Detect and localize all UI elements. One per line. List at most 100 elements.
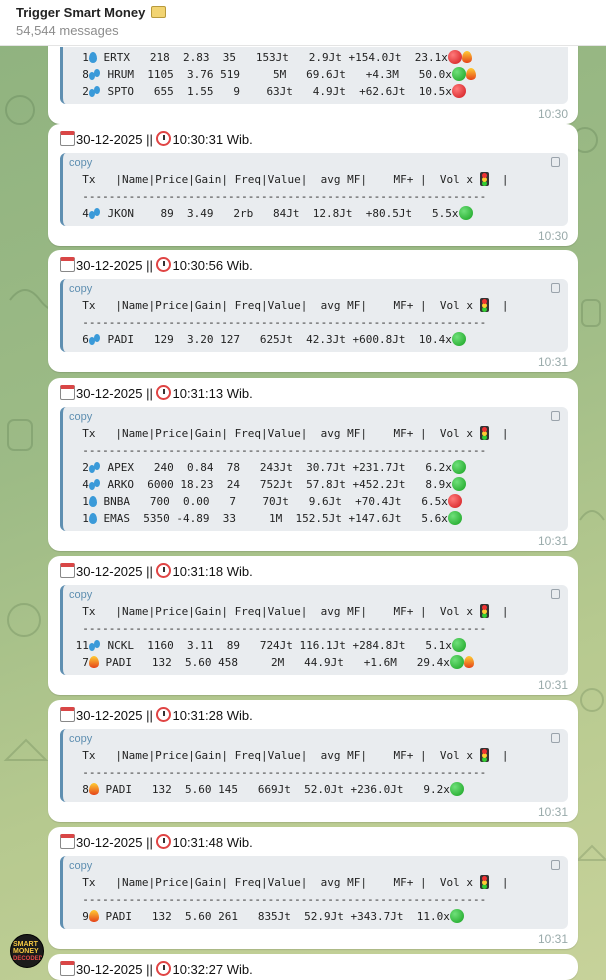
row-values: APEX 240 0.84 78 243Jt 30.7Jt +231.7Jt 6… [100,461,452,474]
code-block[interactable]: 1 ERTX 218 2.83 35 153Jt 2.9Jt +154.0Jt … [60,47,568,104]
red-circle-icon [451,84,466,98]
message-clock-time: 10:31:28 Wib. [172,708,253,723]
water-drops-icon [88,462,101,473]
message-feed[interactable]: 1 ERTX 218 2.83 35 153Jt 2.9Jt +154.0Jt … [0,0,606,980]
green-circle-icon [458,206,473,220]
calendar-icon [60,834,75,849]
message-bubble[interactable]: 30-12-2025 || 10:30:56 Wib. copy Tx |Name… [48,250,578,372]
calendar-icon [60,257,75,272]
message-time: 10:30 [537,229,568,243]
row-count: 6 [82,333,89,346]
alarm-clock-icon [156,834,172,849]
water-drops-icon [88,334,101,345]
row-values: BNBA 700 0.00 7 70Jt 9.6Jt +70.4Jt 6.5x [96,495,448,508]
message-bubble[interactable]: 1 ERTX 218 2.83 35 153Jt 2.9Jt +154.0Jt … [48,44,578,124]
dollar-banknote-icon [150,6,166,18]
message-date: 30-12-2025 [76,708,143,723]
row-values: EMAS 5350 -4.89 33 1M 152.5Jt +147.6Jt 5… [96,512,448,525]
date-separator: || [142,962,157,977]
date-separator: || [142,132,157,147]
table-row: 6 PADI 129 3.20 127 625Jt 42.3Jt +600.8J… [69,331,560,348]
table-header-text: Tx |Name|Price|Gain| Freq|Value| avg MF|… [69,876,473,889]
table-row: 8 PADI 132 5.60 145 669Jt 52.0Jt +236.0J… [69,781,560,798]
message-time: 10:31 [537,932,568,946]
copy-icon[interactable] [551,860,560,870]
copy-icon[interactable] [551,157,560,167]
table-row: 11 NCKL 1160 3.11 89 724Jt 116.1Jt +284.… [69,637,560,654]
message-time: 10:31 [537,534,568,548]
traffic-light-icon [479,875,489,889]
table-header: Tx |Name|Price|Gain| Freq|Value| avg MF|… [69,172,509,186]
copy-icon[interactable] [551,283,560,293]
code-language-label: copy [69,733,93,745]
code-block[interactable]: copy Tx |Name|Price|Gain| Freq|Value| av… [60,585,568,675]
row-values: PADI 132 5.60 458 2M 44.9Jt +1.6M 29.4x [98,656,450,669]
calendar-icon [60,131,75,146]
message-bubble[interactable]: 30-12-2025 || 10:31:28 Wib. copy Tx |Name… [48,700,578,822]
code-block[interactable]: copy Tx |Name|Price|Gain| Freq|Value| av… [60,153,568,226]
message-timestamp-line: 30-12-2025 || 10:31:13 Wib. [60,384,568,404]
table-row: 8 HRUM 1105 3.76 519 5M 69.6Jt +4.3M 50.… [69,66,560,83]
water-drops-icon [88,208,101,219]
alarm-clock-icon [156,131,172,146]
table-row: 1 EMAS 5350 -4.89 33 1M 152.5Jt +147.6Jt… [69,510,560,527]
copy-icon[interactable] [551,733,560,743]
message-bubble[interactable]: 30-12-2025 || 10:32:27 Wib. [48,954,578,980]
water-drop-icon [88,496,97,507]
water-drops-icon [88,640,101,651]
copy-icon[interactable] [551,589,560,599]
channel-avatar[interactable]: SMART MONEY DECODED [10,934,44,968]
message-bubble[interactable]: 30-12-2025 || 10:31:48 Wib. copy Tx |Name… [48,827,578,949]
message-count: 54,544 messages [16,23,119,38]
table-header-text: Tx |Name|Price|Gain| Freq|Value| avg MF|… [69,749,473,762]
alarm-clock-icon [156,385,172,400]
message-time: 10:30 [537,107,568,121]
row-count: 11 [75,639,89,652]
row-count: 1 [82,512,89,525]
code-block[interactable]: copy Tx |Name|Price|Gain| Freq|Value| av… [60,407,568,531]
message-clock-time: 10:30:31 Wib. [172,132,253,147]
row-count: 8 [82,68,89,81]
message-bubble[interactable]: 30-12-2025 || 10:31:18 Wib. copy Tx |Name… [48,556,578,695]
red-circle-icon [447,494,462,508]
table-row: 7 PADI 132 5.60 458 2M 44.9Jt +1.6M 29.4… [69,654,560,671]
code-language-label: copy [69,283,93,295]
table-row: 2 SPTO 655 1.55 9 63Jt 4.9Jt +62.6Jt 10.… [69,83,560,100]
copy-icon[interactable] [551,411,560,421]
message-date: 30-12-2025 [76,564,143,579]
fire-icon [88,783,99,795]
green-circle-icon [451,477,466,491]
fire-icon [88,656,99,668]
row-count: 7 [82,656,89,669]
table-separator: ----------------------------------------… [69,893,487,906]
green-circle-icon [449,655,464,669]
alarm-clock-icon [156,563,172,578]
water-drops-icon [88,479,101,490]
traffic-light-icon [479,748,489,762]
alarm-clock-icon [156,257,172,272]
code-block[interactable]: copy Tx |Name|Price|Gain| Freq|Value| av… [60,856,568,929]
water-drop-icon [88,513,97,524]
message-clock-time: 10:32:27 Wib. [172,962,253,977]
table-header-text: Tx |Name|Price|Gain| Freq|Value| avg MF|… [69,299,473,312]
traffic-light-icon [479,426,489,440]
message-bubble[interactable]: 30-12-2025 || 10:31:13 Wib. copy Tx |Name… [48,378,578,551]
message-timestamp-line: 30-12-2025 || 10:31:28 Wib. [60,706,568,726]
alarm-clock-icon [156,961,172,976]
message-timestamp-line: 30-12-2025 || 10:30:31 Wib. [60,130,568,150]
code-block[interactable]: copy Tx |Name|Price|Gain| Freq|Value| av… [60,729,568,802]
message-timestamp-line: 30-12-2025 || 10:31:18 Wib. [60,562,568,582]
table-separator: ----------------------------------------… [69,766,487,779]
message-bubble[interactable]: 30-12-2025 || 10:30:31 Wib. copy Tx |Name… [48,124,578,246]
code-block[interactable]: copy Tx |Name|Price|Gain| Freq|Value| av… [60,279,568,352]
table-row: 1 BNBA 700 0.00 7 70Jt 9.6Jt +70.4Jt 6.5… [69,493,560,510]
table-separator: ----------------------------------------… [69,444,487,457]
chat-header[interactable]: Trigger Smart Money 54,544 messages [0,0,606,46]
table-header: Tx |Name|Price|Gain| Freq|Value| avg MF|… [69,875,509,889]
row-count: 2 [82,461,89,474]
table-separator: ----------------------------------------… [69,622,487,635]
green-circle-icon [449,782,464,796]
calendar-icon [60,707,75,722]
row-count: 1 [82,51,89,64]
table-header-text: Tx |Name|Price|Gain| Freq|Value| avg MF|… [69,605,473,618]
